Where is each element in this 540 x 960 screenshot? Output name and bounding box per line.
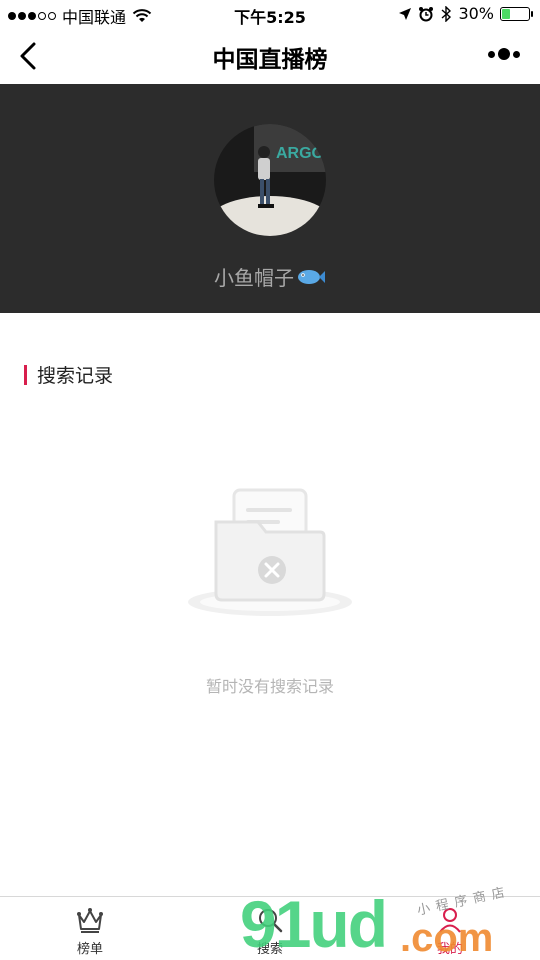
tab-search[interactable]: 搜索	[220, 905, 320, 957]
tab-mine-label: 我的	[436, 942, 463, 957]
avatar-photo: ARGO	[214, 124, 326, 236]
alarm-icon	[419, 6, 434, 21]
status-right: 30%	[398, 4, 533, 23]
tab-ranking[interactable]: 榜单	[40, 905, 140, 957]
page-title: 中国直播榜	[212, 47, 328, 73]
bluetooth-icon	[441, 5, 452, 22]
battery-percent: 30%	[458, 4, 494, 23]
empty-folder-icon	[188, 488, 352, 616]
username-row: 小鱼帽子	[0, 262, 540, 291]
more-options-icon[interactable]	[488, 48, 520, 60]
search-history-heading: 搜索记录	[24, 361, 113, 388]
tab-mine[interactable]: 我的	[400, 905, 500, 957]
fish-emoji-icon	[298, 269, 325, 284]
avatar[interactable]: ARGO	[214, 124, 326, 236]
empty-state-message: 暂时没有搜索记录	[205, 677, 334, 696]
crown-icon	[77, 908, 103, 933]
tab-search-label: 搜索	[256, 942, 283, 957]
user-icon	[439, 908, 461, 933]
tab-ranking-label: 榜单	[76, 942, 103, 957]
status-bar: 中国联通 下午5:25 30%	[0, 0, 540, 28]
avatar-wall-text: ARGO	[276, 145, 324, 162]
profile-header: ARGO 小鱼帽子	[0, 84, 540, 313]
nav-bar: 中国直播榜	[0, 28, 540, 84]
accent-bar	[24, 364, 27, 385]
battery-icon	[500, 6, 533, 21]
username: 小鱼帽子	[214, 266, 294, 290]
location-arrow-icon	[399, 7, 412, 20]
section-title: 搜索记录	[37, 365, 114, 387]
tab-bar: 榜单 搜索 我的	[0, 896, 540, 960]
search-icon	[259, 909, 283, 933]
